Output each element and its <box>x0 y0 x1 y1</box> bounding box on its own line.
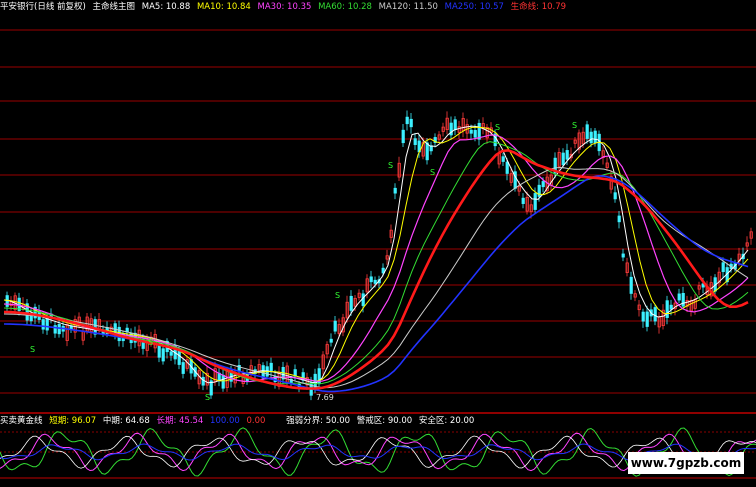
candle-body <box>413 138 417 146</box>
main-legend: 平安银行(日线 前复权) 主命线主图 MA5: 10.88 MA10: 10.8… <box>0 0 570 14</box>
candle-body <box>541 181 545 188</box>
candle-body <box>561 152 565 166</box>
candle-body <box>645 311 649 327</box>
candle-body <box>617 215 621 223</box>
mid-term-value: 中期: 64.68 <box>102 416 150 426</box>
candle-body <box>629 276 633 294</box>
candle-body <box>521 197 525 204</box>
candle-body <box>361 293 365 306</box>
ma60-value: MA60: 10.28 <box>318 2 372 12</box>
candle-body <box>161 348 165 362</box>
ma10-value: MA10: 10.84 <box>196 2 251 12</box>
candle-body <box>589 131 593 144</box>
candle-body <box>425 142 429 161</box>
candle-body <box>453 119 457 130</box>
low-price-value: 7.69 <box>316 393 334 402</box>
candle-body <box>221 374 225 389</box>
short-term-value: 短期: 96.07 <box>49 416 97 426</box>
signal-marker: S <box>572 121 577 130</box>
watermark: www.7gpzb.com <box>628 452 744 474</box>
candle-body <box>57 324 61 335</box>
signal-marker: S <box>335 291 340 300</box>
signal-marker: S <box>430 168 435 177</box>
value-2: 0.00 <box>246 416 266 426</box>
candle-body <box>505 161 509 174</box>
candle-body <box>373 279 377 284</box>
signal-marker: S <box>30 345 35 354</box>
candle-body <box>41 319 45 330</box>
candle-body <box>201 376 205 386</box>
candle-body <box>537 184 541 197</box>
candle-body <box>177 349 181 365</box>
candle-body <box>393 187 397 194</box>
ma120-value: MA120: 11.50 <box>378 2 438 12</box>
stock-title: 平安银行(日线 前复权) <box>0 2 86 12</box>
candle-body <box>681 292 685 307</box>
sub-title: 买卖黄金线 <box>0 416 43 426</box>
candle-body <box>349 295 353 311</box>
candle-body <box>533 193 537 210</box>
candle-body <box>653 307 657 322</box>
candle-body <box>401 129 405 144</box>
signal-marker: S <box>205 393 210 402</box>
value-1: 100.00 <box>210 416 240 426</box>
candle-body <box>621 253 625 258</box>
ma5-value: MA5: 10.88 <box>141 2 191 12</box>
indicator-name: 主命线主图 <box>92 2 136 12</box>
candle-body <box>585 124 589 139</box>
long-term-value: 长期: 45.54 <box>156 416 204 426</box>
candle-body <box>665 300 669 318</box>
candle-body <box>181 362 185 374</box>
candle-body <box>329 338 333 343</box>
alert-zone: 警戒区: 90.00 <box>356 416 413 426</box>
ma30-value: MA30: 10.35 <box>257 2 312 12</box>
candle-body <box>333 320 337 332</box>
ma250-value: MA250: 10.57 <box>444 2 504 12</box>
candle-body <box>369 276 373 283</box>
candle-body <box>269 362 273 371</box>
strong-weak-line: 强弱分界: 50.00 <box>286 416 351 426</box>
candle-body <box>237 364 241 371</box>
lifeline-value: 生命线: 10.79 <box>510 2 567 12</box>
candle-body <box>501 156 505 162</box>
candle-body <box>613 192 617 200</box>
candle-body <box>405 116 409 125</box>
candle-body <box>45 317 49 331</box>
sub-legend: 买卖黄金线 短期: 96.07 中期: 64.68 长期: 45.54 100.… <box>0 414 478 428</box>
candle-body <box>669 304 673 310</box>
safe-zone: 安全区: 20.00 <box>418 416 475 426</box>
candle-body <box>169 351 173 356</box>
candle-body <box>473 130 477 138</box>
candle-body <box>565 150 569 160</box>
low-price-label: 7.69 <box>316 393 334 402</box>
signal-marker: S <box>388 161 393 170</box>
signal-marker: S <box>495 123 500 132</box>
candle-body <box>409 118 413 128</box>
candle-body <box>593 130 597 144</box>
candle-body <box>677 293 681 301</box>
candle-body <box>721 262 725 273</box>
candle-body <box>641 311 645 322</box>
signal-marker: S <box>148 338 153 347</box>
candle-body <box>469 129 473 134</box>
